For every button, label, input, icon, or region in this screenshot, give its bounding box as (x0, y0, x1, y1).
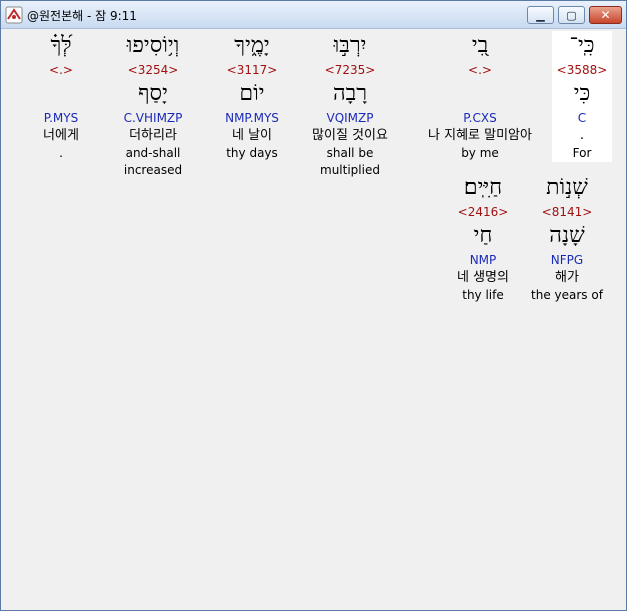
hebrew-word: לְּ֝ךָ֗ (50, 33, 72, 58)
strong-number[interactable]: <2416> (445, 203, 521, 221)
hebrew-word: יִרְבּ֣וּ (333, 33, 367, 58)
english-gloss: For (572, 146, 592, 160)
english-gloss: thy life (462, 288, 504, 302)
korean-gloss: 네 생명의 (457, 270, 509, 285)
word-block[interactable]: וְי֥וֹסִיפוּ <3254> יָסַף C.VHIMZP 더하리라 … (95, 31, 211, 177)
strong-number[interactable]: <3117> (217, 61, 287, 79)
english-gloss: the years of (531, 288, 603, 302)
english-gloss: . (59, 146, 63, 160)
hebrew-word: וְי֥וֹסִיפוּ (126, 33, 180, 58)
minimize-button[interactable]: ▁ (527, 6, 554, 24)
strong-number[interactable]: <.> (415, 61, 545, 79)
word-block[interactable]: שְׁנ֣וֹת <8141> שָׁנָה NFPG 해가 the years… (527, 173, 607, 304)
korean-gloss: . (579, 128, 585, 143)
morph-code: NMP (469, 253, 497, 267)
strong-number[interactable]: <7235> (295, 61, 405, 79)
english-gloss: by me (461, 146, 499, 160)
hebrew-word: חַיִּֽים׃ (463, 175, 503, 200)
korean-gloss: 많이질 것이요 (312, 128, 388, 143)
window-title: @원전본해 - 잠 9:11 (27, 9, 137, 23)
english-gloss: shall be multiplied (320, 146, 380, 177)
korean-gloss: 너에게 (43, 128, 79, 143)
lemma-word: חַי (473, 223, 493, 248)
app-window: @원전본해 - 잠 9:11 ▁ ▢ ✕ כִּֽי־ <3588> כִּי … (0, 0, 627, 611)
morph-code: P.CXS (463, 111, 497, 125)
morph-code: P.MYS (43, 111, 79, 125)
strong-number[interactable]: <8141> (527, 203, 607, 221)
word-block[interactable]: חַיִּֽים׃ <2416> חַי NMP 네 생명의 thy life (445, 173, 521, 304)
korean-gloss: 네 날이 (231, 128, 272, 143)
korean-gloss: 더하리라 (129, 128, 177, 143)
hebrew-word: שְׁנ֣וֹת (546, 175, 588, 200)
maximize-icon: ▢ (566, 8, 577, 22)
word-block[interactable]: יִרְבּ֣וּ <7235> רָבָה VQIMZP 많이질 것이요 sh… (295, 31, 405, 177)
close-icon: ✕ (600, 8, 611, 22)
strong-number[interactable]: <3254> (95, 61, 211, 79)
hebrew-word: בִ֭י (471, 33, 489, 58)
lemma-word: כִּי (573, 81, 591, 106)
minimize-icon: ▁ (536, 8, 545, 22)
hebrew-word: כִּֽי־ (569, 33, 595, 58)
strong-number[interactable]: <.> (29, 61, 93, 79)
korean-gloss: 해가 (555, 270, 579, 285)
morph-code: NFPG (550, 253, 584, 267)
korean-gloss: 나 지혜로 말미암아 (428, 128, 532, 143)
word-block[interactable]: בִ֭י <.> P.CXS 나 지혜로 말미암아 by me (415, 31, 545, 162)
morph-code: C.VHIMZP (123, 111, 183, 125)
lemma-word (415, 79, 545, 109)
hebrew-word: יָמֶ֑יךָ (234, 33, 270, 58)
app-logo-icon (5, 6, 23, 24)
strong-number[interactable]: <3588> (552, 61, 612, 79)
lemma-word: רָבָה (332, 81, 368, 106)
lemma-word: יוֹם (239, 81, 265, 106)
close-button[interactable]: ✕ (589, 6, 622, 24)
interlinear-panel: כִּֽי־ <3588> כִּי C . For בִ֭י <.> P.CX… (7, 29, 620, 604)
lemma-word: יָסַף (138, 81, 168, 106)
morph-code: NMP.MYS (225, 111, 279, 125)
english-gloss: and-shall increased (123, 146, 183, 177)
maximize-button[interactable]: ▢ (558, 6, 585, 24)
morph-code: VQIMZP (326, 111, 374, 125)
lemma-word (29, 79, 93, 109)
word-block[interactable]: כִּֽי־ <3588> כִּי C . For (552, 31, 612, 162)
word-block[interactable]: יָמֶ֑יךָ <3117> יוֹם NMP.MYS 네 날이 thy da… (217, 31, 287, 162)
morph-code: C (577, 111, 587, 125)
lemma-word: שָׁנָה (549, 223, 585, 248)
word-block[interactable]: לְּ֝ךָ֗ <.> P.MYS 너에게 . (29, 31, 93, 162)
english-gloss: thy days (226, 146, 278, 160)
title-bar[interactable]: @원전본해 - 잠 9:11 ▁ ▢ ✕ (1, 1, 626, 29)
